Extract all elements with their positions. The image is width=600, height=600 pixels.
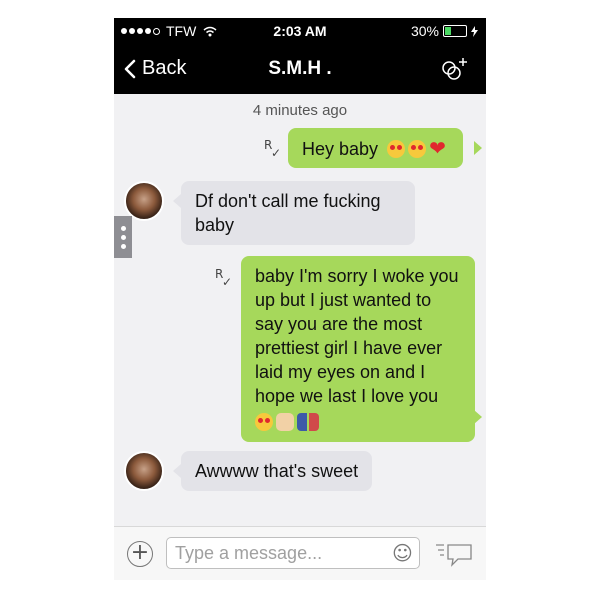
contact-avatar[interactable]: [124, 451, 164, 491]
composer-bar: + ☺: [114, 526, 486, 580]
add-icon: +: [130, 540, 150, 565]
nav-bar: Back S.M.H .: [114, 44, 486, 94]
couple-emoji-icon: [297, 413, 319, 431]
battery-icon: [443, 25, 467, 37]
back-chevron-icon: [124, 59, 136, 78]
read-receipt-check-icon: ✓: [222, 275, 233, 289]
side-menu-handle[interactable]: [114, 216, 132, 258]
battery-area: 30%: [411, 23, 478, 39]
raised-fist-emoji-icon: [276, 413, 294, 431]
red-heart-emoji-icon: ❤: [429, 136, 446, 160]
group-add-icon[interactable]: [440, 56, 468, 82]
contact-avatar[interactable]: [124, 181, 164, 221]
charging-icon: [471, 25, 478, 37]
message-bubble-incoming[interactable]: Awwww that's sweet: [181, 451, 373, 491]
add-attachment-button[interactable]: +: [127, 541, 153, 567]
message-text: Df don't call me fucking baby: [195, 191, 381, 235]
message-timestamp: 4 minutes ago: [252, 102, 348, 119]
heart-eyes-emoji-icon: [408, 140, 427, 158]
heart-eyes-emoji-icon: [255, 413, 273, 431]
message-bubble-incoming[interactable]: Df don't call me fucking baby: [181, 181, 415, 245]
message-input[interactable]: [166, 537, 420, 569]
back-button[interactable]: Back: [124, 57, 186, 80]
message-text: Awwww that's sweet: [195, 461, 359, 481]
message-text: Hey baby: [302, 139, 379, 159]
read-receipt-check-icon: ✓: [271, 146, 282, 160]
message-text: baby I'm sorry I woke you up but I just …: [255, 266, 459, 406]
chat-screen: TFW 2:03 AM 30% Back S.M.H . 4 minutes a…: [114, 18, 486, 580]
message-bubble-outgoing[interactable]: baby I'm sorry I woke you up but I just …: [241, 256, 475, 442]
send-bubble-icon[interactable]: [434, 539, 474, 569]
battery-percent: 30%: [410, 23, 439, 39]
status-bar: TFW 2:03 AM 30%: [114, 18, 486, 44]
message-bubble-outgoing[interactable]: Hey baby ❤: [288, 128, 463, 168]
heart-eyes-emoji-icon: [387, 140, 406, 158]
back-label: Back: [142, 57, 187, 79]
emoji-icon[interactable]: ☺: [392, 543, 413, 563]
